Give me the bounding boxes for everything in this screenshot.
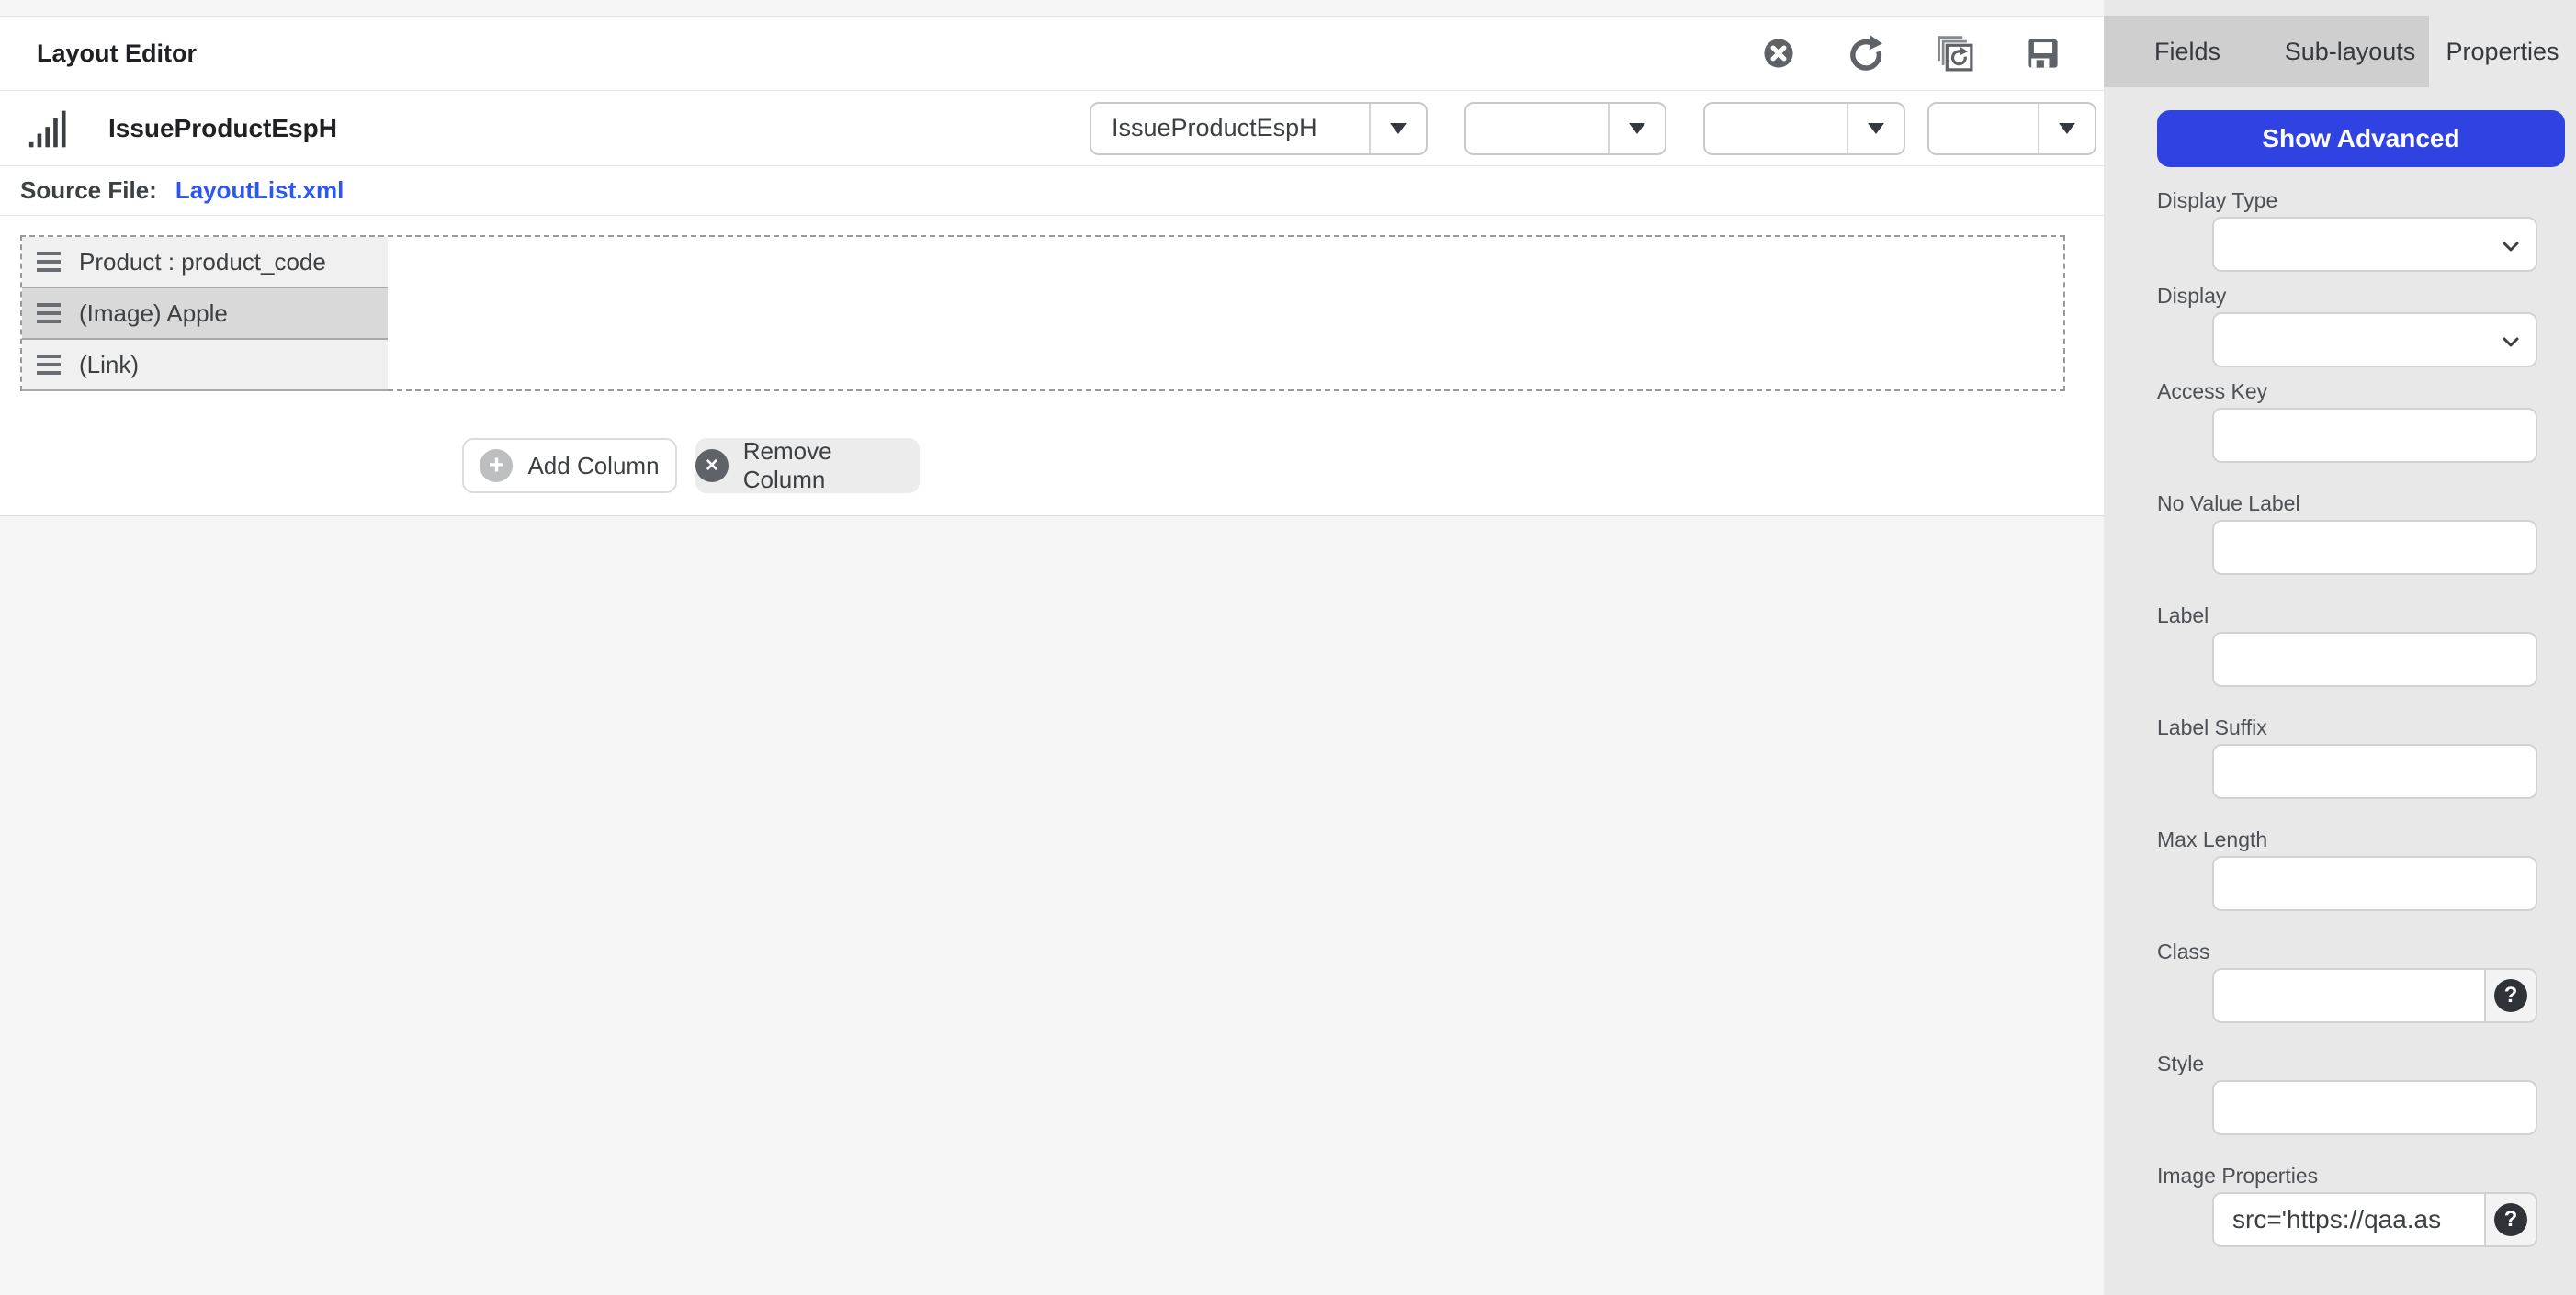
drag-handle-icon[interactable] (37, 355, 61, 375)
field-display-type: Display Type (2157, 189, 2565, 272)
field-label: Display Type (2157, 189, 2565, 211)
save-icon[interactable] (2023, 33, 2063, 73)
selector-3-value (1705, 104, 1847, 153)
drag-handle-icon[interactable] (37, 303, 61, 323)
layout-canvas: Product : product_code (Image) Apple (Li… (0, 216, 2104, 516)
display-type-select[interactable] (2212, 217, 2537, 272)
caret-down-icon (1390, 123, 1407, 134)
panel-body: Show Advanced Display Type Display Acces… (2104, 87, 2576, 1247)
selector-3-arrow[interactable] (1847, 104, 1904, 153)
field-label: Display (2157, 285, 2565, 307)
properties-panel: Fields Sub-layouts Properties Show Advan… (2104, 0, 2576, 1295)
layout-select-value: IssueProductEspH (1091, 104, 1369, 153)
remove-column-label: Remove Column (743, 437, 920, 494)
tab-sub-layouts[interactable]: Sub-layouts (2271, 16, 2429, 87)
chevron-down-icon (2503, 337, 2519, 347)
column-actions: + Add Column × Remove Column (462, 438, 920, 493)
field-item-image-apple[interactable]: (Image) Apple (22, 288, 388, 340)
source-file-row: Source File: LayoutList.xml (0, 166, 2104, 216)
column-field-list: Product : product_code (Image) Apple (Li… (22, 237, 388, 391)
field-class: Class ? (2157, 940, 2565, 1023)
style-input[interactable] (2214, 1082, 2536, 1133)
field-item-label: Product : product_code (79, 248, 326, 276)
page-title: Layout Editor (37, 39, 197, 68)
selector-4[interactable] (1927, 102, 2096, 155)
field-style: Style (2157, 1053, 2565, 1135)
layout-select[interactable]: IssueProductEspH (1090, 102, 1428, 155)
field-access-key: Access Key (2157, 380, 2565, 463)
main-column: Layout Editor (0, 16, 2104, 516)
panel-tabbar: Fields Sub-layouts Properties (2104, 16, 2576, 87)
field-label-suffix: Label Suffix (2157, 716, 2565, 799)
selector-4-arrow[interactable] (2038, 104, 2095, 153)
field-label: Max Length (2157, 828, 2565, 850)
selector-2-arrow[interactable] (1608, 104, 1665, 153)
field-no-value-label: No Value Label (2157, 492, 2565, 575)
remove-column-button[interactable]: × Remove Column (695, 438, 920, 493)
bar-chart-icon (28, 107, 72, 150)
selector-2[interactable] (1464, 102, 1666, 155)
selector-2-value (1466, 104, 1608, 153)
field-image-properties: Image Properties ? (2157, 1165, 2565, 1247)
field-label: Label Suffix (2157, 716, 2565, 738)
field-display: Display (2157, 285, 2565, 367)
access-key-input[interactable] (2214, 410, 2536, 461)
x-circle-icon: × (695, 449, 729, 482)
max-length-input[interactable] (2214, 858, 2536, 909)
field-label: Access Key (2157, 380, 2565, 402)
layout-selectors: IssueProductEspH (1090, 102, 2096, 155)
caret-down-icon (1868, 123, 1884, 134)
drag-handle-icon[interactable] (37, 252, 61, 272)
help-icon: ? (2494, 979, 2527, 1012)
field-item-link[interactable]: (Link) (22, 340, 388, 391)
field-label-field: Label (2157, 604, 2565, 687)
layout-name: IssueProductEspH (108, 114, 337, 143)
no-value-label-input[interactable] (2214, 522, 2536, 573)
add-column-label: Add Column (527, 452, 659, 480)
field-item-label: (Link) (79, 351, 139, 379)
layout-header-row: IssueProductEspH IssueProductEspH (0, 91, 2104, 166)
field-max-length: Max Length (2157, 828, 2565, 911)
field-item-label: (Image) Apple (79, 299, 228, 328)
image-properties-input[interactable] (2214, 1194, 2484, 1245)
refresh-layouts-icon[interactable] (1935, 33, 1975, 73)
column-dropzone: Product : product_code (Image) Apple (Li… (20, 235, 2065, 391)
selector-4-value (1929, 104, 2038, 153)
class-help-button[interactable]: ? (2484, 970, 2536, 1021)
field-label: No Value Label (2157, 492, 2565, 514)
help-icon: ? (2494, 1203, 2527, 1236)
field-label: Image Properties (2157, 1165, 2565, 1187)
toolbar (1758, 33, 2063, 73)
label-input[interactable] (2214, 634, 2536, 685)
redo-icon[interactable] (1847, 33, 1887, 73)
field-item-product-code[interactable]: Product : product_code (22, 237, 388, 288)
tab-fields[interactable]: Fields (2104, 16, 2271, 87)
field-label: Style (2157, 1053, 2565, 1075)
layout-select-arrow[interactable] (1369, 104, 1426, 153)
label-suffix-input[interactable] (2214, 746, 2536, 797)
plus-circle-icon: + (480, 449, 513, 482)
caret-down-icon (1629, 123, 1645, 134)
field-label: Label (2157, 604, 2565, 626)
tab-properties[interactable]: Properties (2429, 16, 2576, 87)
image-properties-help-button[interactable]: ? (2484, 1194, 2536, 1245)
source-file-link[interactable]: LayoutList.xml (175, 176, 344, 205)
close-icon[interactable] (1758, 33, 1799, 73)
field-label: Class (2157, 940, 2565, 963)
title-bar: Layout Editor (0, 16, 2104, 91)
chevron-down-icon (2503, 242, 2519, 252)
source-file-label: Source File: (20, 176, 157, 205)
selector-3[interactable] (1703, 102, 1905, 155)
add-column-button[interactable]: + Add Column (462, 438, 677, 493)
class-input[interactable] (2214, 970, 2484, 1021)
show-advanced-button[interactable]: Show Advanced (2157, 110, 2565, 167)
display-select[interactable] (2212, 312, 2537, 367)
caret-down-icon (2059, 123, 2075, 134)
